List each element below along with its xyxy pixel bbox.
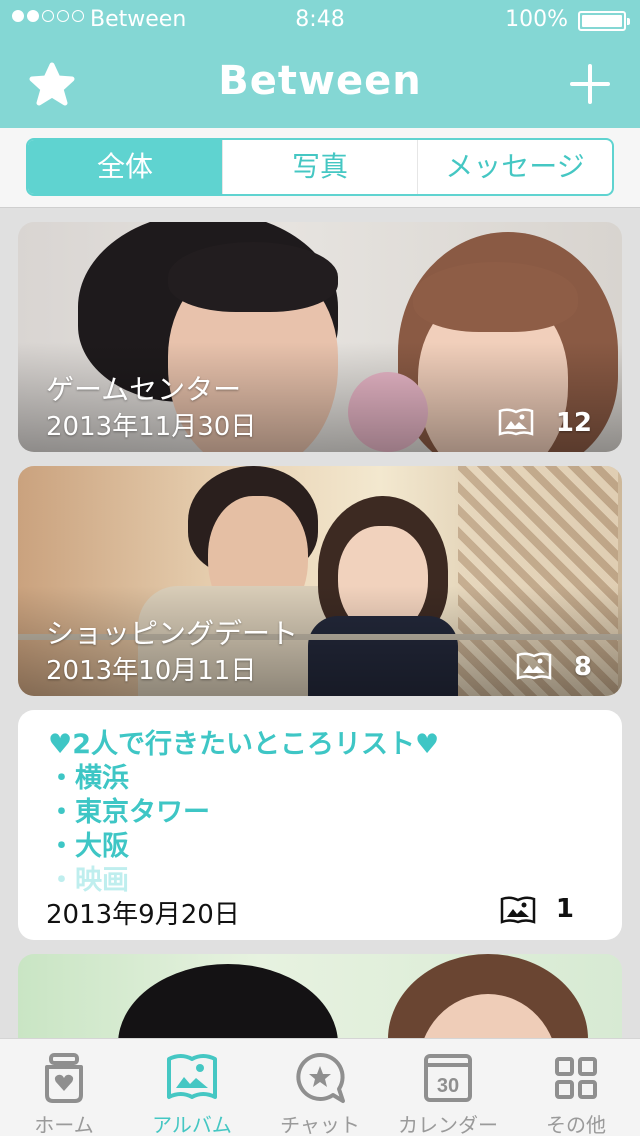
calendar-icon: 30 (424, 1054, 472, 1102)
chat-icon (296, 1052, 345, 1103)
tab-chat[interactable]: チャット (256, 1039, 384, 1136)
album-photo-count: 12 (555, 408, 592, 438)
note-line: ♥2人で行きたいところリスト♥ (48, 729, 440, 760)
album-photo-count: 8 (573, 652, 592, 682)
photo-book-icon (500, 896, 536, 924)
filter-bar: 全体 写真 メッセージ (0, 128, 640, 208)
segmented-control: 全体 写真 メッセージ (26, 138, 614, 196)
album-card[interactable]: ショッピングデート 2013年10月11日 8 (18, 466, 622, 696)
album-date: 2013年10月11日 (46, 656, 257, 686)
battery-percent: 100% (505, 7, 568, 32)
note-date: 2013年9月20日 (46, 900, 240, 930)
tab-label: アルバム (152, 1113, 232, 1136)
header-bar: Between 8:48 100% Between (0, 0, 640, 128)
tab-label: その他 (546, 1113, 606, 1136)
tab-more[interactable]: その他 (512, 1039, 640, 1136)
album-date: 2013年11月30日 (46, 412, 257, 442)
grid-icon (555, 1057, 597, 1099)
photo-book-icon (516, 652, 552, 680)
note-line: ・東京タワー (48, 797, 210, 828)
album-card[interactable]: ゲームセンター 2013年11月30日 12 (18, 222, 622, 452)
note-line: ・映画 (48, 865, 129, 896)
note-line: ・大阪 (48, 831, 129, 862)
tab-label: チャット (280, 1113, 360, 1136)
tab-calendar[interactable]: 30 カレンダー (384, 1039, 512, 1136)
note-line: ・横浜 (48, 763, 129, 794)
tab-label: カレンダー (398, 1113, 498, 1136)
calendar-day-text: 30 (437, 1075, 459, 1097)
page-title: Between (218, 58, 422, 104)
album-icon (167, 1054, 217, 1099)
segment-all[interactable]: 全体 (28, 140, 222, 194)
home-jar-icon (45, 1053, 83, 1103)
add-button[interactable] (570, 64, 610, 104)
segment-messages[interactable]: メッセージ (417, 140, 612, 194)
tab-album[interactable]: アルバム (128, 1039, 256, 1136)
album-title: ゲームセンター (46, 373, 242, 406)
photo-book-icon (498, 408, 534, 436)
tab-label: ホーム (34, 1113, 94, 1136)
tab-home[interactable]: ホーム (0, 1039, 128, 1136)
album-title: ショッピングデート (46, 617, 299, 650)
note-photo-count: 1 (555, 894, 574, 924)
status-bar: Between 8:48 100% (0, 0, 640, 40)
note-card[interactable]: ♥2人で行きたいところリスト♥ ・横浜 ・東京タワー ・大阪 ・映画 2013年… (18, 710, 622, 940)
segment-photos[interactable]: 写真 (222, 140, 417, 194)
tab-bar: ホーム アルバム チャット 30 カレンダー その他 (0, 1038, 640, 1136)
battery-icon (578, 11, 630, 31)
note-text: ♥2人で行きたいところリスト♥ ・横浜 ・東京タワー ・大阪 ・映画 (48, 728, 439, 898)
